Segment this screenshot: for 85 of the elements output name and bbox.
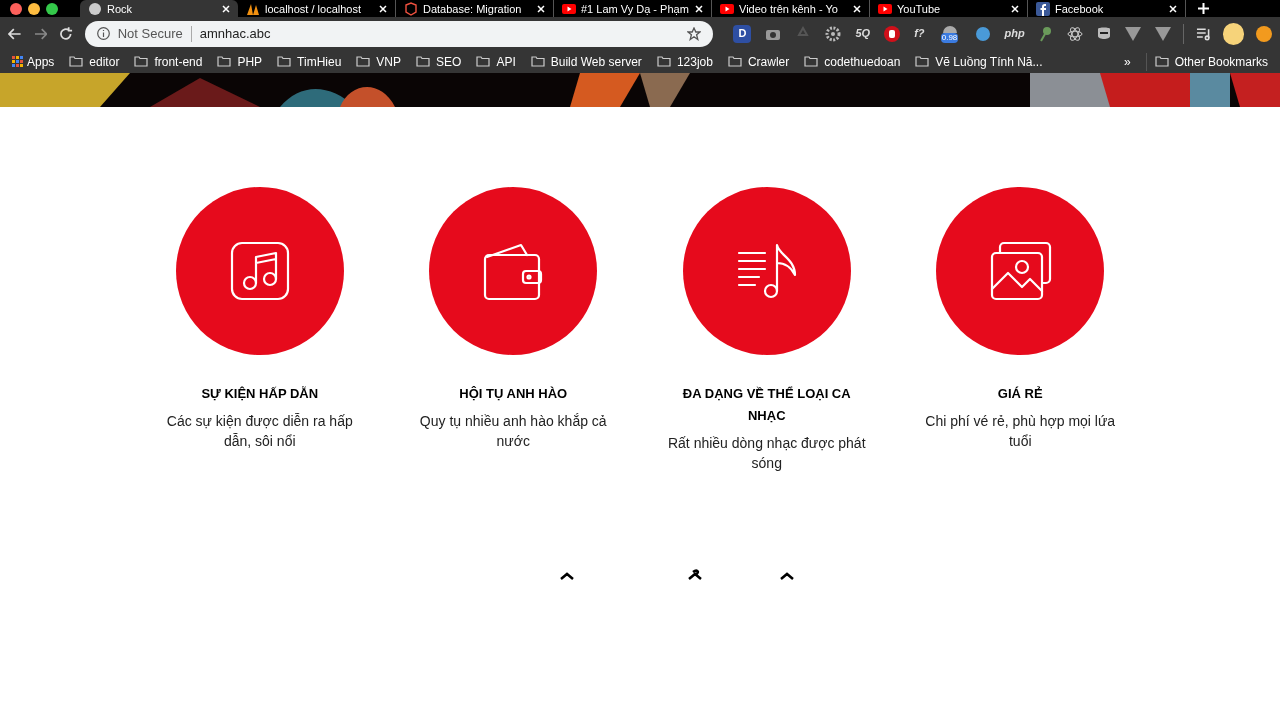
tab-close-icon[interactable] [1011, 4, 1019, 13]
tab-title: localhost / localhost [265, 1, 362, 16]
bookmark-folder[interactable]: SEO [436, 52, 462, 71]
folder-icon [134, 56, 149, 67]
extension-button[interactable]: php [1004, 25, 1025, 42]
bookmark-folder[interactable]: Build Web server [550, 52, 642, 71]
tab-close-icon[interactable] [695, 4, 703, 13]
minimize-window-button[interactable] [28, 2, 40, 15]
forward-icon[interactable] [33, 27, 48, 40]
bookmark-folder[interactable]: front-end [154, 52, 203, 71]
bookmark-folder[interactable]: codethuedoan [824, 52, 901, 71]
tab-title: Rock [107, 1, 134, 16]
cube-icon [404, 1, 418, 16]
bookmark-folder[interactable]: TimHieu [297, 52, 342, 71]
bookmark-folder[interactable]: Crawler [747, 52, 790, 71]
bookmark-folder[interactable]: PHP [237, 52, 263, 71]
feature-description: Quy tụ nhiều anh hào khắp cả nước [418, 412, 608, 451]
globe-icon[interactable] [974, 25, 991, 42]
extension-button[interactable]: 5Q [855, 25, 871, 42]
bookmark-folder[interactable]: editor [89, 52, 120, 71]
media-queue-icon[interactable] [1195, 26, 1212, 41]
url-text: amnhac.abc [199, 24, 272, 43]
maximize-window-button[interactable] [46, 2, 58, 15]
tab-close-icon[interactable] [379, 4, 387, 13]
feature-title: ĐA DẠNG VỀ THỂ LOẠI CA NHẠC [681, 385, 852, 425]
v-shape-icon[interactable] [1124, 26, 1141, 41]
info-icon [96, 27, 110, 40]
folder-icon [804, 56, 819, 67]
pin-icon[interactable] [1038, 25, 1053, 42]
extension-button[interactable]: D [733, 24, 752, 43]
facebook-icon [1036, 1, 1050, 16]
folder-icon [277, 56, 292, 67]
play-icon [562, 3, 576, 14]
new-tab-icon[interactable] [1198, 3, 1209, 14]
tab-close-icon[interactable] [222, 4, 230, 13]
apps-link[interactable]: Apps [27, 52, 55, 71]
tab-title: #1 Lam Vy Dạ - Phạm [581, 1, 690, 16]
feature-title: HỘI TỤ ANH HÀO [458, 385, 569, 403]
update-button[interactable] [1256, 25, 1272, 42]
folder-icon [69, 56, 84, 67]
feature-title: GIÁ RẺ [996, 385, 1044, 403]
v-shape-icon[interactable] [1154, 26, 1171, 41]
close-window-button[interactable] [10, 2, 22, 15]
feature-title: SỰ KIỆN HẤP DẪN [200, 385, 320, 403]
feature-description: Rất nhiều dòng nhạc được phát sóng [666, 434, 867, 473]
bookmark-folder[interactable]: API [496, 52, 516, 71]
browser-tab[interactable]: Rock [80, 0, 238, 17]
address-bar[interactable]: Not Secure amnhac.abc [84, 20, 714, 47]
feature-description: Chi phí vé rẻ, phù hợp mọi lứa tuổi [924, 412, 1117, 451]
atom-icon[interactable] [1066, 25, 1083, 42]
tab-title: Facebook [1055, 1, 1105, 16]
tab-close-icon[interactable] [537, 4, 545, 13]
bookmark-folder[interactable]: Other Bookmarks [1174, 52, 1268, 71]
folder-icon [1154, 56, 1169, 67]
more-bookmarks-button[interactable]: » [1123, 52, 1131, 71]
play-icon [878, 3, 892, 14]
gear-icon[interactable] [825, 25, 842, 42]
feature-description: Các sự kiện được diễn ra hấp dẫn, sôi nổi [165, 412, 354, 451]
folder-icon [356, 56, 371, 67]
profile-avatar[interactable] [1223, 22, 1245, 45]
reload-icon[interactable] [59, 26, 73, 41]
bookmark-folder[interactable]: Vẽ Luồng Tính Nă... [935, 52, 1043, 71]
star-icon[interactable] [687, 26, 702, 41]
folder-icon [530, 56, 545, 67]
tab-title: YouTube [897, 1, 942, 16]
apps-grid-icon[interactable] [12, 56, 23, 67]
folder-icon [727, 56, 742, 67]
globe-icon [88, 1, 102, 16]
bookmark-folder[interactable]: 123job [676, 52, 713, 71]
play-icon [720, 3, 734, 14]
back-icon[interactable] [8, 27, 22, 40]
folder-icon [416, 56, 431, 67]
folder-icon [217, 56, 232, 67]
extension-badge: 0.98 [940, 32, 959, 43]
folder-icon [656, 56, 671, 67]
extension-button[interactable]: f? [914, 25, 925, 42]
tab-close-icon[interactable] [853, 4, 861, 13]
folder-icon [476, 56, 491, 67]
pictures-icon [988, 239, 1053, 303]
security-label: Not Secure [117, 24, 183, 43]
tab-title: Video trên kênh - Yo [739, 1, 839, 16]
bookmark-folder[interactable]: VNP [376, 52, 402, 71]
tab-close-icon[interactable] [1169, 4, 1177, 13]
tab-title: Database: Migration [423, 1, 523, 16]
folder-icon [915, 56, 930, 67]
